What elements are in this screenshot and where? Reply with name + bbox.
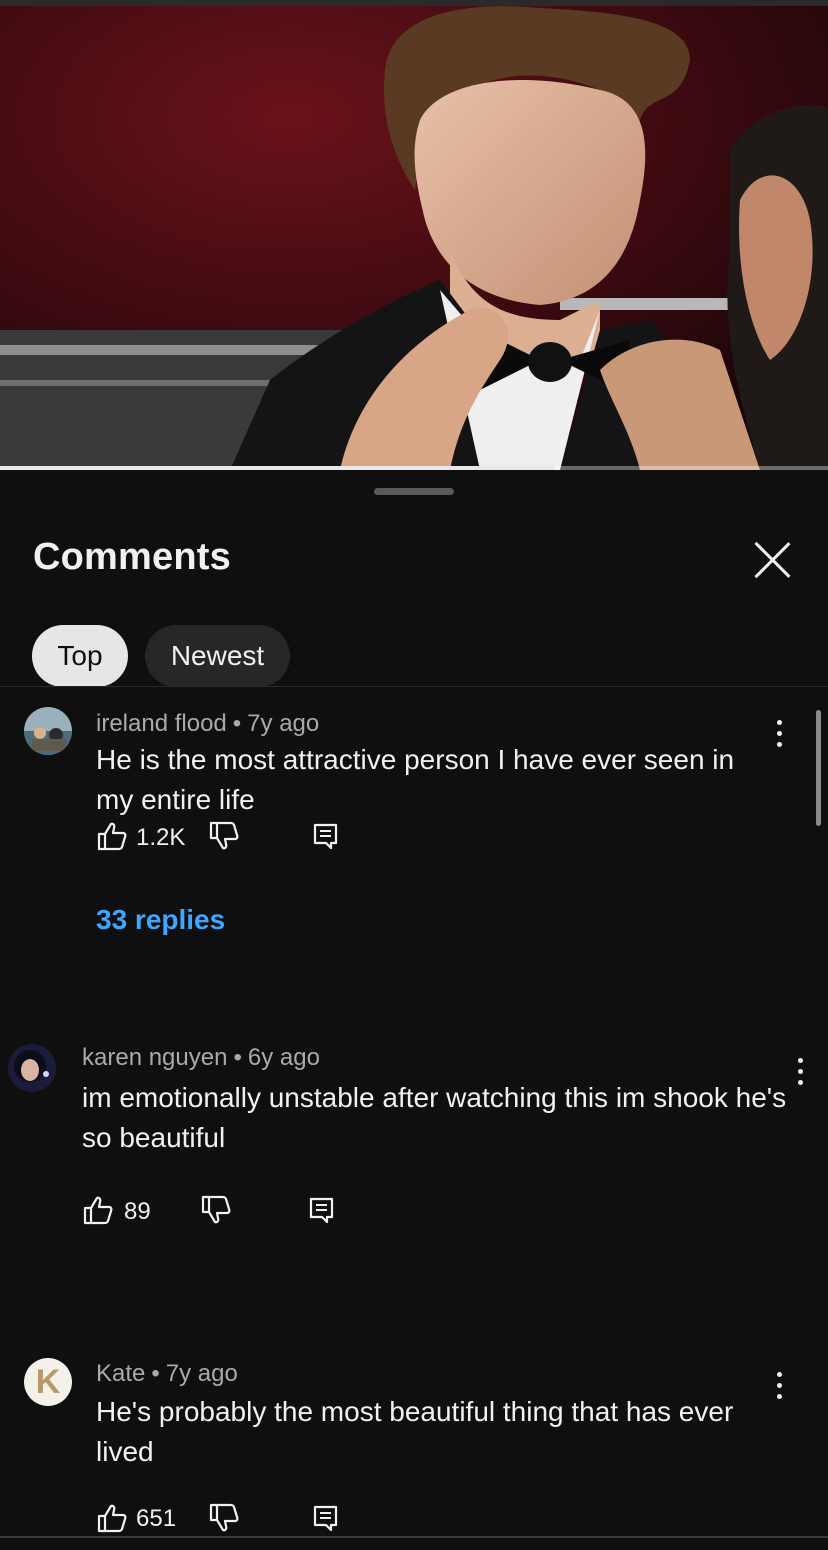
comment-text: im emotionally unstable after watching t… <box>82 1082 787 1153</box>
avatar[interactable] <box>24 707 72 755</box>
thumb-up-icon[interactable] <box>82 1194 114 1226</box>
more-vert-icon[interactable] <box>791 1054 811 1090</box>
comment-author[interactable]: karen nguyen <box>82 1044 227 1071</box>
more-vert-icon[interactable] <box>770 716 790 752</box>
avatar[interactable] <box>8 1044 56 1092</box>
like-count: 651 <box>136 1505 177 1532</box>
reply-icon[interactable] <box>310 820 342 852</box>
bottom-divider <box>0 1536 828 1538</box>
comment-time: 7y ago <box>165 1360 238 1387</box>
thumb-down-icon[interactable] <box>208 1502 240 1534</box>
comments-sheet: Comments Top Newest ireland flood • 7y ago… <box>0 472 828 1550</box>
video-frame <box>0 0 828 470</box>
video-progress-fill <box>0 466 555 470</box>
more-vert-icon[interactable] <box>770 1368 790 1404</box>
comment-text: He's probably the most beautiful thing t… <box>96 1396 734 1467</box>
comment-item: ireland flood • 7y ago He is the most attr… <box>0 702 828 962</box>
reply-icon[interactable] <box>306 1194 338 1226</box>
avatar[interactable]: K <box>24 1358 72 1406</box>
comment-meta: Kate • 7y ago <box>96 1360 238 1388</box>
meta-separator: • <box>232 710 242 737</box>
drag-handle[interactable] <box>374 488 454 495</box>
video-player[interactable] <box>0 0 828 470</box>
comment-item: K Kate • 7y ago He's probably the most bea… <box>0 1356 828 1546</box>
comment-author[interactable]: ireland flood <box>96 710 227 737</box>
comment-author[interactable]: Kate <box>96 1360 145 1387</box>
video-progress-bar[interactable] <box>0 466 828 470</box>
filter-chip-top[interactable]: Top <box>32 625 128 687</box>
meta-separator: • <box>233 1044 242 1071</box>
comment-item: karen nguyen • 6y ago im emotionally unsta… <box>0 1040 828 1240</box>
reply-icon[interactable] <box>310 1502 342 1534</box>
close-icon[interactable] <box>748 534 796 582</box>
video-top-bar <box>0 0 828 6</box>
thumb-down-icon[interactable] <box>200 1194 232 1226</box>
comment-meta: ireland flood • 7y ago <box>96 710 319 738</box>
comment-text: He is the most attractive person I have … <box>96 744 735 815</box>
like-count: 89 <box>124 1198 151 1225</box>
meta-separator: • <box>151 1360 160 1387</box>
view-replies-button[interactable]: 33 replies <box>96 904 225 936</box>
comment-time: 6y ago <box>247 1044 320 1071</box>
thumb-up-icon[interactable] <box>96 1502 128 1534</box>
comment-time: 7y ago <box>247 710 320 737</box>
thumb-up-icon[interactable] <box>96 820 128 852</box>
thumb-down-icon[interactable] <box>208 820 240 852</box>
divider <box>0 686 828 687</box>
avatar-letter: K <box>35 1363 61 1401</box>
comments-title: Comments <box>33 536 231 578</box>
comment-meta: karen nguyen • 6y ago <box>82 1044 320 1072</box>
like-count: 1.2K <box>136 824 186 851</box>
filter-chip-newest[interactable]: Newest <box>145 625 290 687</box>
